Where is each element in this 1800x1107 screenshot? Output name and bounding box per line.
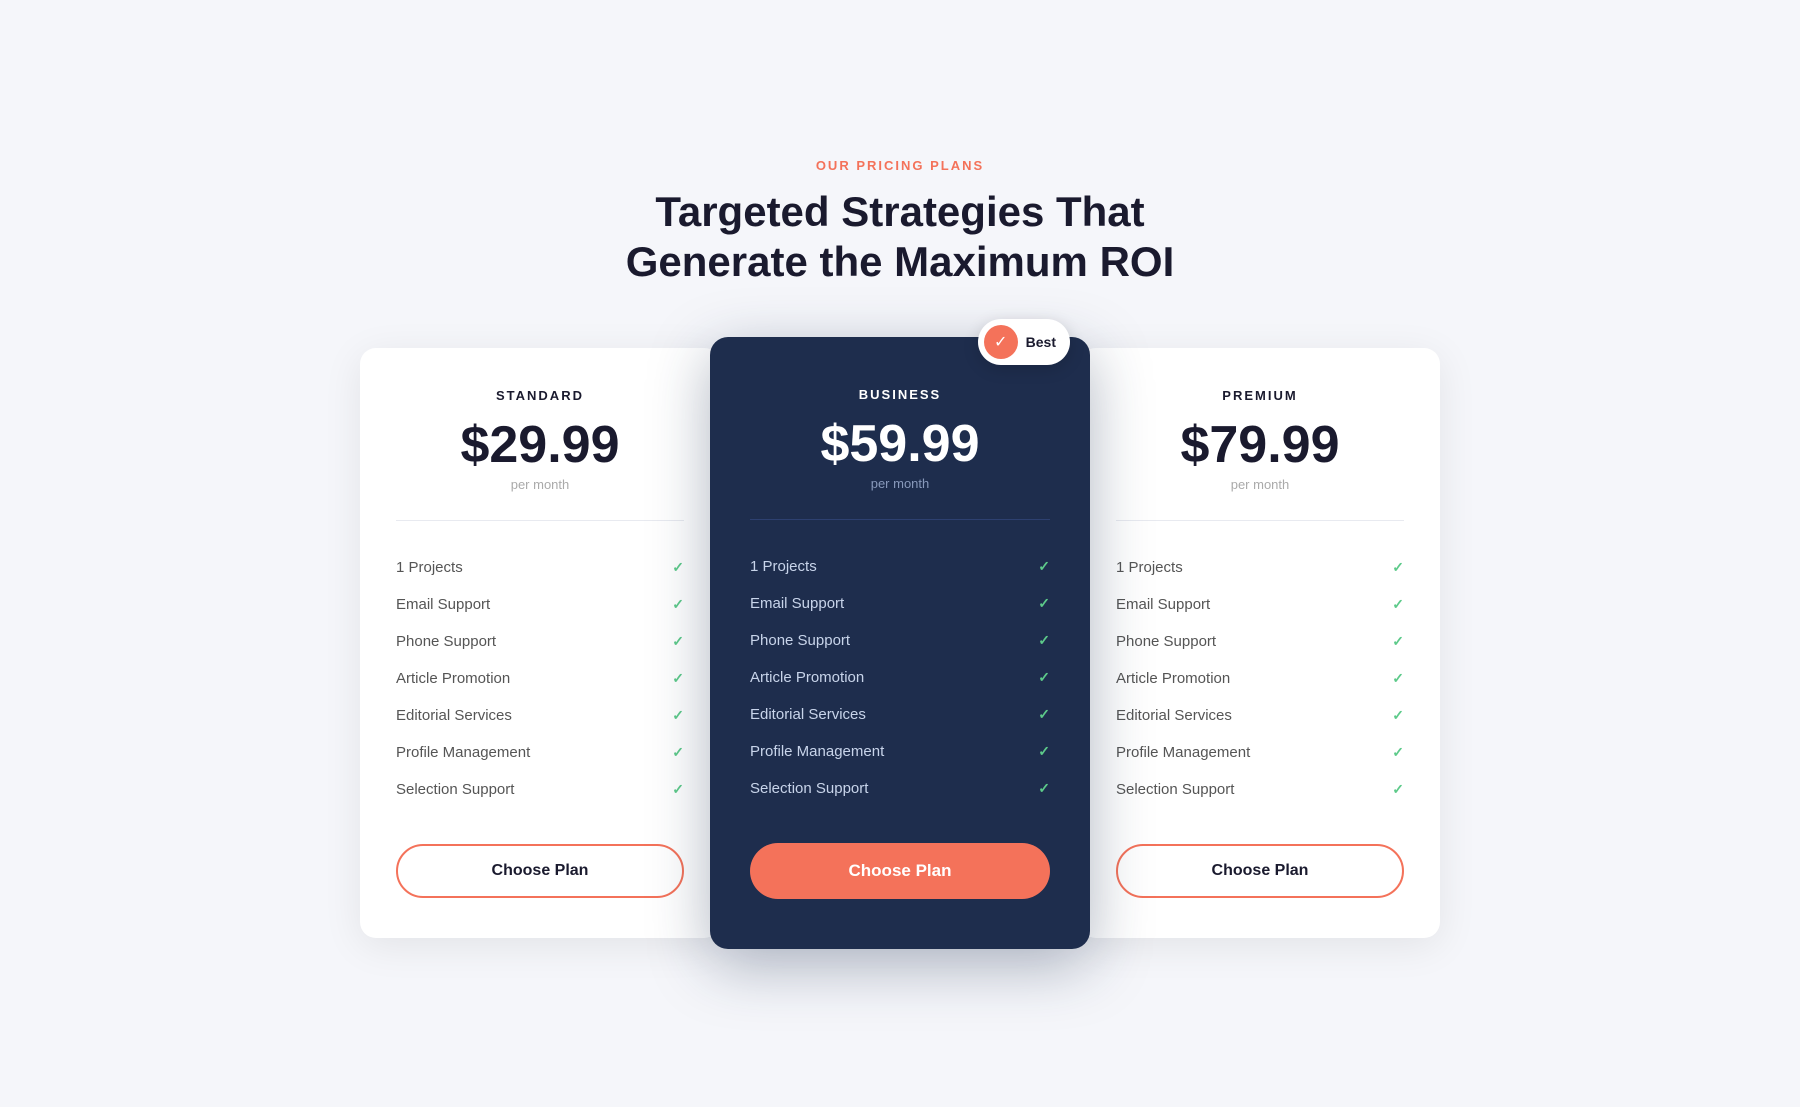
feature-check-icon: ✓: [1038, 743, 1050, 760]
page-header: OUR PRICING PLANS Targeted Strategies Th…: [626, 158, 1174, 288]
plan-name: STANDARD: [396, 388, 684, 403]
header-subtitle: OUR PRICING PLANS: [626, 158, 1174, 173]
feature-label: Selection Support: [1116, 781, 1234, 798]
pricing-cards: STANDARD $29.99 per month 1 Projects ✓ E…: [360, 337, 1440, 949]
feature-check-icon: ✓: [672, 596, 684, 613]
feature-label: Editorial Services: [396, 707, 512, 724]
plan-card-standard: STANDARD $29.99 per month 1 Projects ✓ E…: [360, 348, 720, 938]
feature-check-icon: ✓: [672, 633, 684, 650]
choose-plan-button[interactable]: Choose Plan: [396, 844, 684, 898]
feature-item: Profile Management ✓: [396, 734, 684, 771]
plan-divider: [1116, 520, 1404, 521]
feature-check-icon: ✓: [1392, 559, 1404, 576]
feature-label: Phone Support: [1116, 633, 1216, 650]
feature-check-icon: ✓: [1392, 707, 1404, 724]
feature-label: Article Promotion: [1116, 670, 1230, 687]
feature-item: Selection Support ✓: [1116, 771, 1404, 808]
feature-check-icon: ✓: [1392, 596, 1404, 613]
feature-label: 1 Projects: [750, 558, 817, 575]
feature-item: Phone Support ✓: [1116, 623, 1404, 660]
feature-label: Selection Support: [396, 781, 514, 798]
best-badge-text: Best: [1026, 334, 1056, 350]
feature-check-icon: ✓: [672, 781, 684, 798]
feature-label: Email Support: [750, 595, 844, 612]
plan-card-premium: PREMIUM $79.99 per month 1 Projects ✓ Em…: [1080, 348, 1440, 938]
feature-item: Editorial Services ✓: [396, 697, 684, 734]
feature-label: Profile Management: [750, 743, 884, 760]
feature-label: Article Promotion: [396, 670, 510, 687]
feature-item: Article Promotion ✓: [1116, 660, 1404, 697]
feature-item: Profile Management ✓: [1116, 734, 1404, 771]
feature-label: 1 Projects: [1116, 559, 1183, 576]
feature-label: Article Promotion: [750, 669, 864, 686]
features-list: 1 Projects ✓ Email Support ✓ Phone Suppo…: [396, 549, 684, 808]
feature-item: Profile Management ✓: [750, 733, 1050, 770]
feature-item: Editorial Services ✓: [750, 696, 1050, 733]
feature-label: Phone Support: [396, 633, 496, 650]
feature-label: Selection Support: [750, 780, 868, 797]
plan-period: per month: [396, 477, 684, 492]
feature-item: Editorial Services ✓: [1116, 697, 1404, 734]
feature-item: Phone Support ✓: [396, 623, 684, 660]
feature-label: Editorial Services: [1116, 707, 1232, 724]
features-list: 1 Projects ✓ Email Support ✓ Phone Suppo…: [750, 548, 1050, 807]
feature-check-icon: ✓: [672, 670, 684, 687]
feature-label: Phone Support: [750, 632, 850, 649]
feature-label: Email Support: [396, 596, 490, 613]
plan-price: $59.99: [750, 418, 1050, 470]
feature-item: Email Support ✓: [396, 586, 684, 623]
feature-check-icon: ✓: [1038, 669, 1050, 686]
choose-plan-button[interactable]: Choose Plan: [750, 843, 1050, 899]
feature-check-icon: ✓: [1038, 780, 1050, 797]
header-title: Targeted Strategies That Generate the Ma…: [626, 187, 1174, 288]
feature-item: Article Promotion ✓: [750, 659, 1050, 696]
feature-check-icon: ✓: [672, 744, 684, 761]
feature-label: Email Support: [1116, 596, 1210, 613]
feature-check-icon: ✓: [1392, 744, 1404, 761]
plan-name: PREMIUM: [1116, 388, 1404, 403]
plan-card-business: ✓ Best BUSINESS $59.99 per month 1 Proje…: [710, 337, 1090, 949]
feature-check-icon: ✓: [672, 707, 684, 724]
feature-item: Selection Support ✓: [396, 771, 684, 808]
feature-check-icon: ✓: [672, 559, 684, 576]
feature-label: Profile Management: [396, 744, 530, 761]
best-badge-icon: ✓: [984, 325, 1018, 359]
feature-check-icon: ✓: [1392, 781, 1404, 798]
feature-check-icon: ✓: [1392, 670, 1404, 687]
plan-period: per month: [1116, 477, 1404, 492]
feature-check-icon: ✓: [1038, 632, 1050, 649]
feature-item: 1 Projects ✓: [750, 548, 1050, 585]
feature-check-icon: ✓: [1392, 633, 1404, 650]
feature-check-icon: ✓: [1038, 558, 1050, 575]
feature-item: 1 Projects ✓: [1116, 549, 1404, 586]
best-badge: ✓ Best: [978, 319, 1070, 365]
feature-check-icon: ✓: [1038, 595, 1050, 612]
feature-label: 1 Projects: [396, 559, 463, 576]
plan-period: per month: [750, 476, 1050, 491]
plan-divider: [396, 520, 684, 521]
feature-label: Editorial Services: [750, 706, 866, 723]
feature-item: Article Promotion ✓: [396, 660, 684, 697]
feature-label: Profile Management: [1116, 744, 1250, 761]
plan-name: BUSINESS: [750, 387, 1050, 402]
choose-plan-button[interactable]: Choose Plan: [1116, 844, 1404, 898]
feature-item: Email Support ✓: [750, 585, 1050, 622]
feature-item: 1 Projects ✓: [396, 549, 684, 586]
feature-item: Selection Support ✓: [750, 770, 1050, 807]
plan-divider: [750, 519, 1050, 520]
feature-item: Phone Support ✓: [750, 622, 1050, 659]
feature-item: Email Support ✓: [1116, 586, 1404, 623]
plan-price: $79.99: [1116, 419, 1404, 471]
feature-check-icon: ✓: [1038, 706, 1050, 723]
features-list: 1 Projects ✓ Email Support ✓ Phone Suppo…: [1116, 549, 1404, 808]
plan-price: $29.99: [396, 419, 684, 471]
